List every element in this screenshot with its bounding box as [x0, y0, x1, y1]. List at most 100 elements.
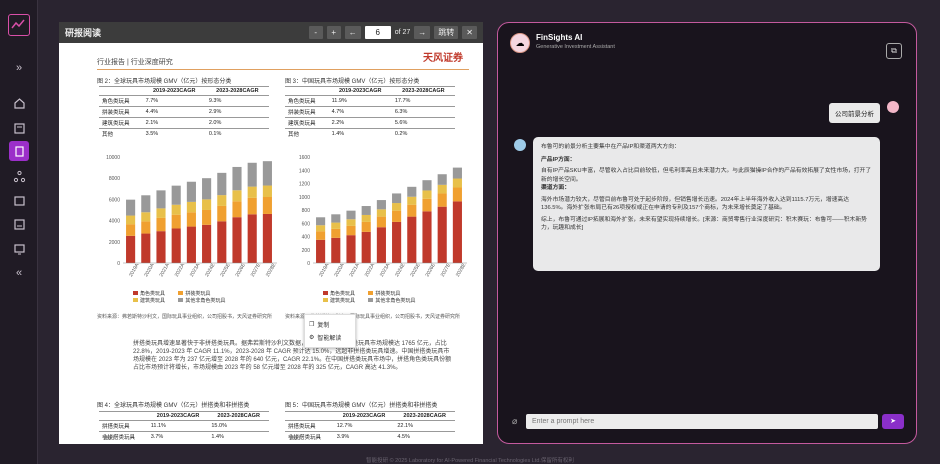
- bar-segment: [316, 217, 326, 226]
- home-icon[interactable]: [9, 93, 29, 113]
- bar-segment: [437, 193, 447, 207]
- fig2-table: 2019-2023CAGR 2023-2028CAGR 角色类玩具 7.7% 9.3%…: [99, 86, 269, 139]
- user-avatar: [887, 101, 899, 113]
- bar-segment: [232, 190, 242, 202]
- assistant-avatar: [514, 139, 526, 151]
- bar-segment: [171, 185, 181, 205]
- bar-segment: [361, 214, 371, 222]
- bar-segment: [202, 178, 212, 200]
- bar-segment: [376, 216, 386, 228]
- news-icon[interactable]: [9, 118, 29, 138]
- page-count: of 27: [394, 29, 411, 36]
- explain-menu-item[interactable]: ⚙ 智能解读: [309, 331, 351, 344]
- bar-segment: [376, 209, 386, 217]
- prompt-input[interactable]: Enter a prompt here: [526, 413, 878, 429]
- bar-segment: [316, 231, 326, 240]
- bar-segment: [247, 197, 257, 215]
- bar-segment: [452, 201, 462, 263]
- bar-segment: [262, 213, 272, 263]
- chat-subtitle: Generative Investment Assistant: [536, 44, 615, 50]
- x-tick-label: 2021A: [349, 262, 362, 278]
- bar-segment: [361, 221, 371, 232]
- zoom-in-button[interactable]: +: [326, 26, 341, 39]
- y-tick-label: 800: [302, 208, 311, 214]
- bar-segment: [346, 235, 356, 263]
- report-reader: 研报阅读 - + ← 6 of 27 → 跳转 ✕ 行业报告 | 行业深度研究 …: [59, 22, 483, 444]
- copy-icon: ❐: [309, 322, 315, 328]
- bar-segment: [202, 199, 212, 210]
- bar-segment: [126, 199, 136, 216]
- bar-segment: [392, 203, 402, 211]
- y-tick-label: 10000: [106, 155, 120, 161]
- fig4-title: 图 4：全球玩具市场规模 GMV（亿元）拼搭类和非拼搭类: [97, 403, 250, 409]
- bar-segment: [262, 185, 272, 197]
- body-paragraph[interactable]: 拼搭类玩具增速显著快于非拼搭类玩具。据弗若斯特沙利文数据，2023 年全球拼搭类…: [133, 340, 453, 372]
- bar-segment: [316, 225, 326, 232]
- new-chat-icon[interactable]: ⧉: [886, 43, 902, 59]
- zoom-out-button[interactable]: -: [308, 26, 323, 39]
- prev-page-button[interactable]: ←: [344, 26, 361, 39]
- bar-segment: [376, 200, 386, 210]
- bar-segment: [141, 233, 151, 263]
- bar-segment: [361, 206, 371, 215]
- network-icon[interactable]: [9, 166, 29, 186]
- fig5-ytick: 1600: [289, 436, 301, 442]
- app-logo: [8, 14, 30, 36]
- bar-segment: [247, 214, 257, 263]
- footer: 智能投研 © 2025 Laboratory for AI-Powered Fi…: [366, 458, 574, 464]
- document-icon[interactable]: [9, 214, 29, 234]
- reader-toolbar: 研报阅读 - + ← 6 of 27 → 跳转 ✕: [59, 22, 483, 43]
- bar-segment: [262, 161, 272, 186]
- x-tick-label: 2019A: [318, 262, 331, 278]
- bar-segment: [361, 231, 371, 263]
- bar-segment: [422, 211, 432, 263]
- bar-segment: [422, 198, 432, 212]
- close-reader-button[interactable]: ✕: [462, 26, 477, 39]
- copy-menu-item[interactable]: ❐ 复制: [309, 318, 351, 331]
- input-row: ⌀ Enter a prompt here ➤: [512, 413, 904, 429]
- chat-panel: ☁ FinSights AI Generative Investment Ass…: [497, 22, 917, 444]
- bar-segment: [392, 221, 402, 263]
- bar-segment: [186, 181, 196, 202]
- page-input[interactable]: 6: [364, 26, 391, 39]
- bar-segment: [376, 227, 386, 263]
- calendar-icon[interactable]: [9, 190, 29, 210]
- bar-segment: [126, 235, 136, 263]
- brand-logo: 天风证券: [423, 53, 463, 64]
- reader-title: 研报阅读: [65, 28, 102, 38]
- fig4-ytick: 1800: [103, 436, 115, 442]
- bar-segment: [392, 193, 402, 204]
- jump-button[interactable]: 跳转: [434, 26, 459, 39]
- report-reader-icon[interactable]: [9, 141, 29, 161]
- bar-segment: [126, 215, 136, 225]
- context-menu: ❐ 复制 ⚙ 智能解读: [304, 314, 356, 348]
- collapse-icon[interactable]: «: [9, 263, 29, 283]
- screen-icon[interactable]: [9, 239, 29, 259]
- fig4-table: 2019-2023CAGR 2023-2028CAGR 拼搭类玩具 11.1% 15.…: [99, 411, 269, 442]
- bar-segment: [202, 209, 212, 225]
- x-tick-label: 2028E: [455, 262, 468, 278]
- report-page: 行业报告 | 行业深度研究 天风证券 图 2：全球玩具市场规模 GMV（亿元）按…: [93, 43, 473, 444]
- x-tick-label: 2024E: [394, 262, 407, 278]
- send-button[interactable]: ➤: [882, 413, 904, 429]
- bar-segment: [437, 184, 447, 194]
- attach-icon[interactable]: ⌀: [512, 416, 522, 427]
- y-tick-label: 200: [302, 248, 311, 254]
- bar-segment: [202, 224, 212, 263]
- expand-icon[interactable]: »: [9, 58, 29, 78]
- bar-segment: [331, 228, 341, 238]
- next-page-button[interactable]: →: [414, 26, 431, 39]
- y-tick-label: 400: [302, 235, 311, 241]
- bar-segment: [186, 226, 196, 263]
- fig2-title: 图 2：全球玩具市场规模 GMV（亿元）按形态分类: [97, 79, 232, 85]
- y-tick-label: 1000: [299, 195, 310, 201]
- x-tick-label: 2026E: [425, 262, 438, 278]
- bar-segment: [171, 228, 181, 263]
- bar-segment: [452, 178, 462, 188]
- y-tick-label: 0: [307, 261, 310, 267]
- bar-segment: [247, 186, 257, 198]
- x-tick-label: 2020A: [143, 262, 156, 278]
- x-tick-label: 2022A: [364, 262, 377, 278]
- bar-segment: [217, 195, 227, 206]
- x-tick-label: 2022A: [174, 262, 187, 278]
